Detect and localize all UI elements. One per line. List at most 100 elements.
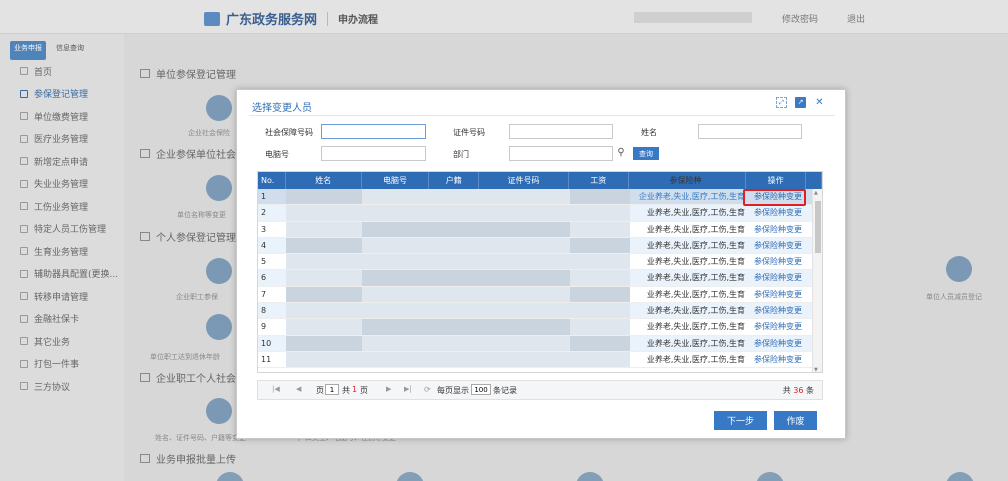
retire-icon[interactable] (206, 314, 232, 340)
sidebar-item[interactable]: 首页 (0, 60, 124, 83)
redacted-cell (362, 335, 430, 351)
logout-link[interactable]: 退出 (847, 12, 865, 25)
wage-cell (570, 270, 630, 286)
operation-link[interactable]: 参保险种变更 (748, 205, 808, 220)
prev-page-icon[interactable]: ◀ (296, 385, 301, 393)
operation-link[interactable]: 参保险种变更 (748, 238, 808, 253)
pc-no-cell (362, 221, 430, 237)
pc-no-cell (362, 351, 430, 368)
sidebar-item-label: 首页 (34, 67, 53, 78)
tab-info-query[interactable]: 信息查询 (52, 41, 88, 60)
personal-change-icon[interactable] (206, 398, 232, 424)
menu-item-icon (20, 247, 28, 256)
scroll-up-icon[interactable]: ▲ (814, 190, 818, 196)
insurance-cell: 业养老,失业,医疗,工伤,生育 (646, 322, 745, 332)
redacted-cell (362, 286, 430, 303)
redacted-cell (570, 319, 630, 335)
table-row[interactable]: 11 业养老,失业,医疗,工伤,生育 参保险种变更 (258, 351, 822, 369)
bg-label: 单位职工达到退休年龄 (150, 353, 220, 361)
sidebar-item-label: 三方协议 (34, 382, 71, 393)
pc-input[interactable] (321, 146, 426, 161)
redacted-cell (480, 189, 570, 205)
sidebar-item[interactable]: 工伤业务管理 (0, 195, 124, 218)
operation-link[interactable]: 参保险种变更 (748, 189, 808, 204)
next-step-button[interactable]: 下一步 (714, 411, 767, 430)
site-name: 广东政务服务网 (226, 13, 318, 28)
sidebar-menu: 首页参保登记管理 单位缴费管理 医疗业务管理 新增定点申请 失业业务管理 工伤业务管理 特定… (0, 60, 124, 398)
sidebar-item[interactable]: 特定人员工伤管理 (0, 218, 124, 241)
tab-business-apply[interactable]: 业务申报 (10, 41, 46, 60)
household-cell (430, 237, 480, 254)
fullscreen-icon[interactable]: ⤢ (776, 97, 787, 108)
sidebar-item[interactable]: 辅助器具配置(更换... (0, 263, 124, 286)
sidebar-item[interactable]: 单位缴费管理 (0, 105, 124, 128)
sidebar-item[interactable]: 转移申请管理 (0, 285, 124, 308)
operation-link[interactable]: 参保险种变更 (748, 270, 808, 285)
change-password-link[interactable]: 修改密码 (782, 12, 818, 25)
operation-link[interactable]: 参保险种变更 (748, 254, 808, 269)
search-icon[interactable]: ⚲ (615, 147, 627, 159)
dept-input[interactable] (509, 146, 613, 161)
sidebar-item[interactable]: 医疗业务管理 (0, 128, 124, 151)
sidebar-item[interactable]: 三方协议 (0, 375, 124, 398)
unit-change-icon[interactable] (206, 175, 232, 201)
staff-reduce-icon[interactable] (946, 256, 972, 282)
scroll-down-icon[interactable]: ▼ (814, 367, 818, 372)
redacted-cell (480, 286, 570, 303)
first-page-icon[interactable]: |◀ (272, 385, 280, 393)
employee-register-icon[interactable] (206, 258, 232, 284)
table-row[interactable]: 9 业养老,失业,医疗,工伤,生育 参保险种变更 (258, 319, 822, 336)
menu-item-icon (20, 179, 28, 188)
name-input[interactable] (698, 124, 802, 139)
operation-link[interactable]: 参保险种变更 (748, 336, 808, 351)
refresh-icon[interactable]: ⟳ (424, 385, 431, 394)
unit-register-icon[interactable] (206, 95, 232, 121)
scroll-thumb[interactable] (815, 201, 821, 253)
table-row[interactable]: 1 企业养老,失业,医疗,工伤,生育 参保险种变更 (258, 189, 822, 206)
close-icon[interactable]: ✕ (814, 97, 825, 108)
sidebar-item[interactable]: 参保登记管理 (0, 83, 124, 106)
table-row[interactable]: 8 业养老,失业,医疗,工伤,生育 参保险种变更 (258, 303, 822, 320)
operation-link[interactable]: 参保险种变更 (748, 287, 808, 302)
page-number-input[interactable] (325, 384, 339, 395)
redacted-cell (286, 254, 362, 270)
pc-no-cell (362, 335, 430, 351)
table-row[interactable]: 7 业养老,失业,医疗,工伤,生育 参保险种变更 (258, 286, 822, 304)
operation-link[interactable]: 参保险种变更 (748, 303, 808, 318)
table-row[interactable]: 5 业养老,失业,医疗,工伤,生育 参保险种变更 (258, 254, 822, 271)
id-input[interactable] (509, 124, 613, 139)
per-page-input[interactable] (471, 384, 491, 395)
table-row[interactable]: 10 业养老,失业,医疗,工伤,生育 参保险种变更 (258, 335, 822, 352)
next-page-icon[interactable]: ▶ (386, 385, 391, 393)
last-page-icon[interactable]: ▶| (404, 385, 412, 393)
sidebar-item[interactable]: 新增定点申请 (0, 150, 124, 173)
sidebar-item[interactable]: 打包一件事 (0, 353, 124, 376)
sidebar-item[interactable]: 失业业务管理 (0, 173, 124, 196)
void-button[interactable]: 作废 (774, 411, 817, 430)
sidebar-item[interactable]: 生育业务管理 (0, 240, 124, 263)
table-row[interactable]: 3 业养老,失业,医疗,工伤,生育 参保险种变更 (258, 221, 822, 238)
table-row[interactable]: 4 业养老,失业,医疗,工伤,生育 参保险种变更 (258, 237, 822, 255)
table-row[interactable]: 2 业养老,失业,医疗,工伤,生育 参保险种变更 (258, 205, 822, 222)
bottom-icon (576, 472, 604, 481)
operation-link[interactable]: 参保险种变更 (748, 352, 808, 367)
sidebar-item[interactable]: 金融社保卡 (0, 308, 124, 331)
table-body: 1 企业养老,失业,医疗,工伤,生育 参保险种变更 2 业养老,失业,医疗,工伤,生育参… (258, 189, 822, 369)
table-row[interactable]: 6 业养老,失业,医疗,工伤,生育 参保险种变更 (258, 270, 822, 287)
wage-cell (570, 189, 630, 205)
ss-no-input[interactable] (321, 124, 426, 139)
operation-link[interactable]: 参保险种变更 (748, 222, 808, 237)
name-label: 姓名 (641, 128, 657, 137)
total-suffix: 条 (806, 386, 814, 395)
redacted-cell (480, 335, 570, 351)
sidebar-item[interactable]: 其它业务 (0, 330, 124, 353)
query-button[interactable]: 查询 (633, 147, 659, 160)
popout-icon[interactable]: ↗ (795, 97, 806, 108)
table-scrollbar[interactable]: ▲ ▼ (812, 189, 822, 372)
redacted-cell (430, 286, 480, 303)
household-cell (430, 335, 480, 351)
wage-cell (570, 335, 630, 351)
redacted-cell (570, 205, 630, 221)
operation-link[interactable]: 参保险种变更 (748, 319, 808, 334)
pc-no-cell (362, 237, 430, 254)
